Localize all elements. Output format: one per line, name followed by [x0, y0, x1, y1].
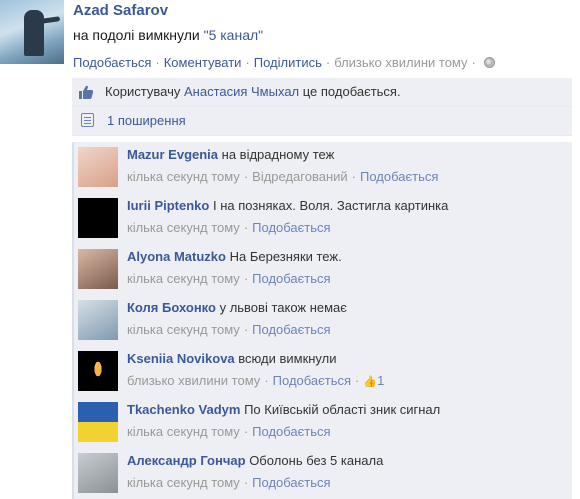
commenter-avatar[interactable]: [78, 351, 118, 391]
separator: ·: [245, 55, 250, 70]
comment-meta: кілька секунд тому · Подобається: [127, 271, 331, 286]
post-text-quote: "5 канал": [203, 27, 264, 43]
likes-prefix: Користувачу: [105, 84, 184, 99]
like-link[interactable]: Подобається: [73, 55, 151, 70]
comment-body: Alyona Matuzko На Березняки теж.: [127, 249, 567, 265]
comment-like-link[interactable]: Подобається: [360, 169, 438, 184]
comment-text: Оболонь без 5 канала: [249, 453, 384, 468]
thumbs-up-icon: [79, 85, 94, 99]
separator: ·: [243, 271, 249, 286]
commenter-name[interactable]: Iurii Piptenko: [127, 198, 209, 213]
comment-meta: близько хвилини тому · Подобається · 👍1: [127, 373, 384, 388]
separator: ·: [243, 424, 249, 439]
comment-timestamp[interactable]: кілька секунд тому: [127, 271, 240, 286]
comment-meta: кілька секунд тому · Відредагований · Подоба…: [127, 169, 438, 184]
comment-body: Александр Гончар Оболонь без 5 канала: [127, 453, 567, 469]
story-actions: Подобається · Коментувати · Поділитись · близь…: [73, 55, 495, 70]
commenter-name[interactable]: Alyona Matuzko: [127, 249, 226, 264]
commenter-name[interactable]: Mazur Evgenia: [127, 147, 218, 162]
comment-item: Iurii Piptenko І на позняках. Воля. Заст…: [72, 193, 572, 244]
separator: ·: [243, 322, 249, 337]
separator: ·: [355, 373, 360, 388]
separator: ·: [243, 220, 249, 235]
likes-suffix: це подобається.: [299, 84, 401, 99]
comment-like-link[interactable]: Подобається: [273, 373, 351, 388]
comment-text: на відрадному теж: [221, 147, 335, 162]
separator: ·: [243, 169, 249, 184]
comment-timestamp[interactable]: кілька секунд тому: [127, 322, 240, 337]
comment-item: Alyona Matuzko На Березняки теж. кілька с…: [72, 244, 572, 295]
comment-item: Коля Бохонко у львові також немає кілька …: [72, 295, 572, 346]
comment-link[interactable]: Коментувати: [164, 55, 242, 70]
commenter-name[interactable]: Tkachenko Vadym: [127, 402, 240, 417]
feed-story: Azad Safarov на подолі вимкнули "5 канал…: [0, 0, 580, 499]
author-avatar[interactable]: [0, 0, 64, 64]
shares-count[interactable]: 1 поширення: [107, 113, 186, 128]
comment-body: Mazur Evgenia на відрадному теж: [127, 147, 567, 163]
commenter-name[interactable]: Коля Бохонко: [127, 300, 216, 315]
comment-like-link[interactable]: Подобається: [252, 322, 330, 337]
edited-label[interactable]: Відредагований: [252, 169, 348, 184]
commenter-name[interactable]: Kseniia Novikova: [127, 351, 235, 366]
post-text-prefix: на подолі вимкнули: [73, 27, 204, 43]
comment-text: По Київській області зник сигнал: [244, 402, 441, 417]
commenter-avatar[interactable]: [78, 147, 118, 187]
shares-row[interactable]: 1 поширення: [72, 107, 572, 136]
likes-sentence-row: Користувачу Анастасия Чмыхал це подобаєт…: [72, 78, 572, 107]
comment-timestamp[interactable]: близько хвилини тому: [127, 373, 260, 388]
commenter-avatar[interactable]: [78, 198, 118, 238]
commenter-name[interactable]: Александр Гончар: [127, 453, 246, 468]
comment-item: Kseniia Novikova всюди вимкнули близько х…: [72, 346, 572, 397]
comment-meta: кілька секунд тому · Подобається: [127, 220, 331, 235]
separator: ·: [351, 169, 357, 184]
comment-body: Tkachenko Vadym По Київській області зни…: [127, 402, 567, 418]
comment-text: І на позняках. Воля. Застигла картинка: [212, 198, 449, 213]
comment-meta: кілька секунд тому · Подобається: [127, 424, 331, 439]
comment-text: всюди вимкнули: [238, 351, 337, 366]
commenter-avatar[interactable]: [78, 249, 118, 289]
comment-item: Mazur Evgenia на відрадному теж кілька се…: [72, 142, 572, 193]
author-name[interactable]: Azad Safarov: [73, 2, 168, 19]
comment-like-link[interactable]: Подобається: [252, 271, 330, 286]
comment-timestamp[interactable]: кілька секунд тому: [127, 169, 240, 184]
comment-timestamp[interactable]: кілька секунд тому: [127, 220, 240, 235]
comment-item: Александр Гончар Оболонь без 5 канала кіл…: [72, 448, 572, 499]
likes-sentence: Користувачу Анастасия Чмыхал це подобаєт…: [105, 84, 401, 99]
comment-text: На Березняки теж.: [229, 249, 342, 264]
comment-body: Iurii Piptenko І на позняках. Воля. Заст…: [127, 198, 567, 214]
comment-body: Kseniia Novikova всюди вимкнули: [127, 351, 567, 367]
comment-like-link[interactable]: Подобається: [252, 220, 330, 235]
globe-icon[interactable]: [483, 57, 495, 68]
commenter-avatar[interactable]: [78, 402, 118, 442]
share-link[interactable]: Поділитись: [254, 55, 322, 70]
comment-meta: кілька секунд тому · Подобається: [127, 322, 331, 337]
separator: ·: [471, 55, 476, 70]
liker-name[interactable]: Анастасия Чмыхал: [184, 84, 299, 99]
avatar-figure: [24, 10, 44, 56]
comment-text: у львові також немає: [219, 300, 347, 315]
comment-like-link[interactable]: Подобається: [252, 424, 330, 439]
commenter-avatar[interactable]: [78, 300, 118, 340]
separator: ·: [155, 55, 160, 70]
post-message: на подолі вимкнули "5 канал": [73, 27, 263, 43]
comment-timestamp[interactable]: кілька секунд тому: [127, 424, 240, 439]
separator: ·: [325, 55, 331, 70]
share-list-icon: [81, 113, 94, 127]
thumbs-up-icon: 👍: [363, 376, 378, 388]
like-count-number: 1: [377, 373, 385, 388]
commenter-avatar[interactable]: [78, 453, 118, 493]
comment-like-count[interactable]: 👍1: [363, 373, 384, 388]
post-timestamp[interactable]: близько хвилини тому: [334, 55, 467, 70]
comment-item: Tkachenko Vadym По Київській області зни…: [72, 397, 572, 448]
separator: ·: [264, 373, 269, 388]
comment-body: Коля Бохонко у львові також немає: [127, 300, 567, 316]
